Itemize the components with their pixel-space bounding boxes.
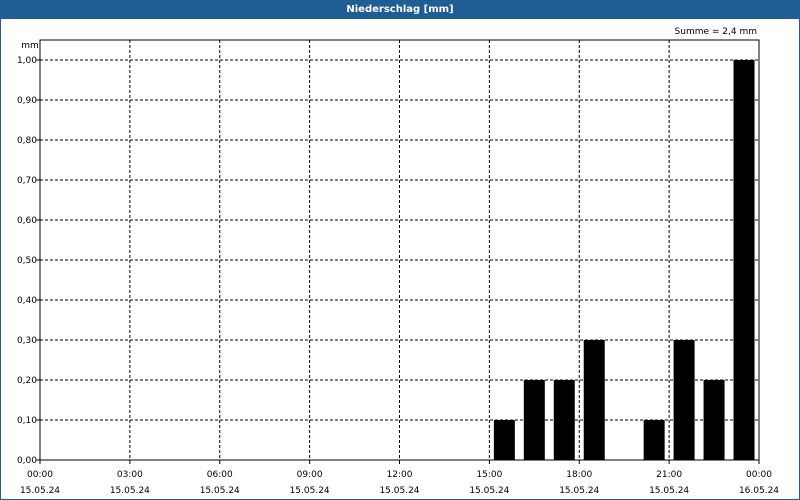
precipitation-bar [733,60,755,460]
precipitation-chart: Summe = 2,4 mm mm 0,000,100,200,300,400,… [17,27,779,496]
precipitation-bar [643,420,665,460]
y-tick-label: 0,30 [17,336,37,346]
y-tick-label: 0,90 [17,96,37,106]
x-axis-ticks: 00:00 15.05.24 03:00 15.05.24 06:00 15.05.24 0… [20,460,779,496]
y-tick-label: 0,20 [17,376,37,386]
grid [40,40,759,460]
x-tick-time-label: 00:00 [27,470,53,480]
y-tick-label: 0,60 [17,216,37,226]
x-tick-date-label: 15.05.24 [649,486,689,496]
x-tick-time-label: 21:00 [656,470,682,480]
x-tick-date-label: 15.05.24 [200,486,240,496]
x-tick-date-label: 15.05.24 [20,486,60,496]
y-tick-label: 0,40 [17,296,37,306]
precipitation-bar [523,380,545,460]
x-tick-time-label: 03:00 [117,470,143,480]
x-tick-date-label: 15.05.24 [559,486,599,496]
y-tick-label: 1,00 [17,56,37,66]
precipitation-bar [703,380,725,460]
y-axis-unit-label: mm [21,41,39,51]
precipitation-bar [583,340,605,460]
precipitation-bar [553,380,575,460]
y-axis-ticks: 0,00 0,10 0,20 0,30 0,40 0,50 0,60 0,70 0,80 0,90… [17,56,40,466]
x-tick-time-label: 09:00 [297,470,323,480]
y-tick-label: 0,80 [17,136,37,146]
y-tick-label: 0,70 [17,176,37,186]
x-tick-time-label: 12:00 [387,470,413,480]
x-tick-time-label: 15:00 [476,470,502,480]
precipitation-bar [493,420,515,460]
y-tick-label: 0,50 [17,256,37,266]
x-tick-date-label: 16.05.24 [739,486,779,496]
y-tick-label: 0,10 [17,416,37,426]
y-tick-label: 0,00 [17,456,37,466]
precipitation-bar [673,340,695,460]
x-tick-time-label: 18:00 [566,470,592,480]
x-tick-time-label: 06:00 [207,470,233,480]
sum-annotation: Summe = 2,4 mm [675,27,757,37]
x-tick-date-label: 15.05.24 [110,486,150,496]
x-tick-date-label: 15.05.24 [469,486,509,496]
x-tick-date-label: 15.05.24 [379,486,419,496]
x-tick-time-label: 00:00 [746,470,772,480]
x-tick-date-label: 15.05.24 [290,486,330,496]
